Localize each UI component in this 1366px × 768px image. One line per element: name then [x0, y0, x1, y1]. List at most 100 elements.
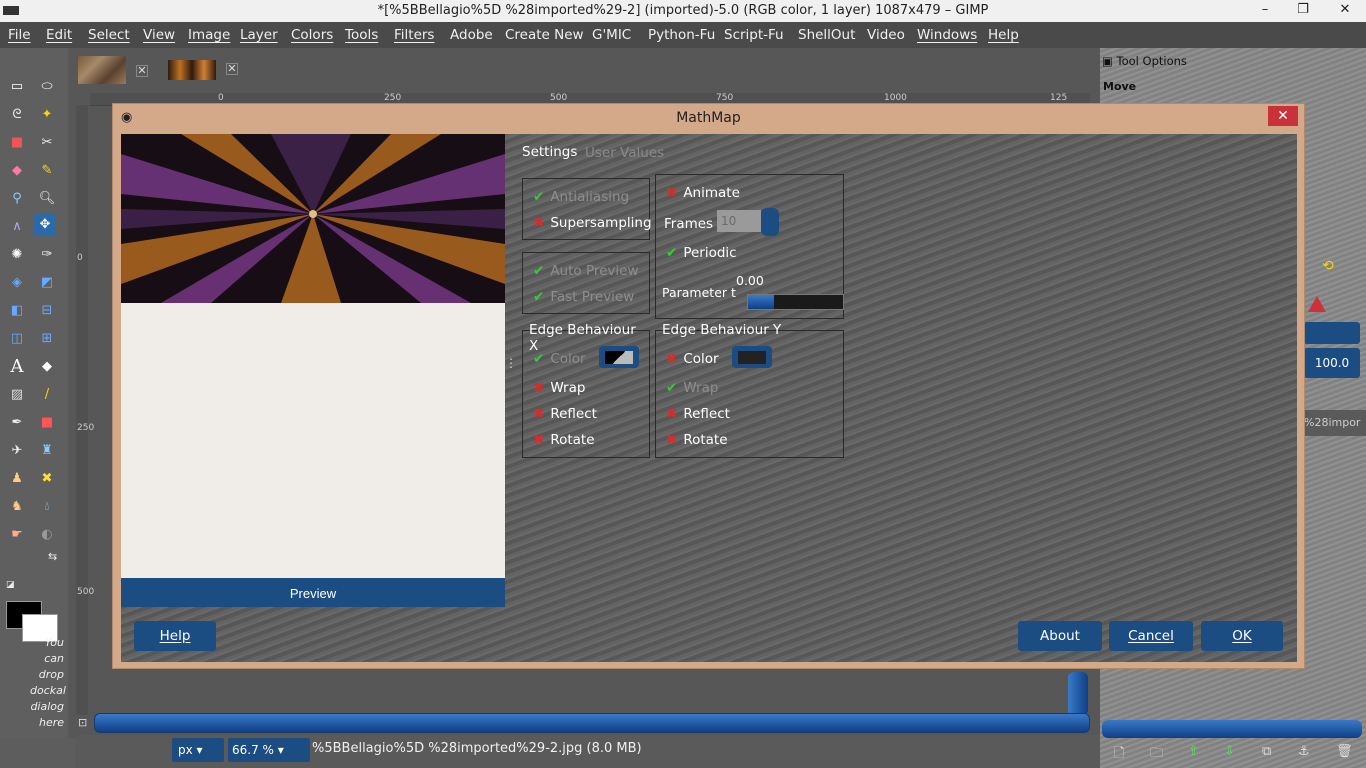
- edge-x-rotate-option[interactable]: ✖ Rotate: [533, 432, 595, 448]
- antialiasing-option[interactable]: ✔ Antialiasing: [533, 189, 629, 205]
- scissors-icon[interactable]: ✂: [36, 132, 58, 154]
- menu-edit[interactable]: Edit: [46, 27, 72, 43]
- menu-colors[interactable]: Colors: [291, 27, 333, 43]
- airbrush-icon[interactable]: ✈: [6, 440, 28, 462]
- edge-x-wrap-option[interactable]: ✖ Wrap: [533, 380, 585, 396]
- eraser-icon[interactable]: ■: [36, 412, 58, 434]
- perspective-icon[interactable]: ⊟: [36, 300, 58, 322]
- move-tool-icon[interactable]: ✥: [34, 214, 56, 236]
- supersampling-option[interactable]: ✖ Supersampling: [533, 215, 652, 231]
- color-select-icon[interactable]: ■: [6, 132, 28, 154]
- tab-settings[interactable]: Settings: [522, 144, 577, 160]
- edge-x-color-option[interactable]: ✔ Color: [533, 351, 586, 367]
- bucket-fill-icon[interactable]: ◆: [36, 356, 58, 378]
- blend-icon[interactable]: ▨: [6, 384, 28, 406]
- measure-icon[interactable]: ∧: [6, 216, 28, 238]
- menu-video[interactable]: Video: [867, 27, 905, 43]
- periodic-option[interactable]: ✔ Periodic: [666, 245, 737, 261]
- text-tool-icon[interactable]: A: [6, 356, 28, 378]
- menu-script-fu[interactable]: Script-Fu: [724, 27, 784, 43]
- dock-value-spinner[interactable]: 100.0: [1304, 348, 1360, 378]
- menu-image[interactable]: Image: [188, 27, 230, 43]
- color-picker-icon[interactable]: ⚲: [6, 188, 28, 210]
- menu-help[interactable]: Help: [988, 27, 1019, 43]
- dock-scrollbar[interactable]: [1102, 720, 1362, 738]
- menu-file[interactable]: File: [8, 27, 31, 43]
- parameter-slider[interactable]: [747, 294, 844, 310]
- horizontal-scrollbar[interactable]: [94, 713, 1090, 733]
- heal-icon[interactable]: ✖: [36, 468, 58, 490]
- ok-button[interactable]: OK: [1201, 621, 1283, 651]
- paintbrush-icon[interactable]: ✒: [6, 412, 28, 434]
- menu-select[interactable]: Select: [88, 27, 130, 43]
- zoom-icon[interactable]: 🔍︎: [36, 188, 58, 210]
- menu-python-fu[interactable]: Python-Fu: [648, 27, 715, 43]
- menu-gmic[interactable]: G'MIC: [592, 27, 631, 43]
- close-tab-icon[interactable]: ✕: [226, 63, 238, 75]
- perspective-clone-icon[interactable]: ♞: [6, 496, 28, 518]
- scale-icon[interactable]: ◩: [36, 272, 58, 294]
- menu-layer[interactable]: Layer: [240, 27, 278, 43]
- ink-icon[interactable]: ♜: [36, 440, 58, 462]
- cage-icon[interactable]: ⊞: [36, 328, 58, 350]
- fast-preview-option[interactable]: ✔ Fast Preview: [533, 289, 634, 305]
- edge-y-color-option[interactable]: ✖ Color: [666, 351, 719, 367]
- pencil-icon[interactable]: /: [36, 384, 58, 406]
- shear-icon[interactable]: ◧: [6, 300, 28, 322]
- lasso-icon[interactable]: ᘓ: [6, 104, 28, 126]
- close-button[interactable]: ✕: [1324, 0, 1366, 22]
- unit-select[interactable]: px ▾: [172, 738, 224, 762]
- image-tab-thumbnail[interactable]: [168, 60, 216, 80]
- menu-create-new[interactable]: Create New: [505, 27, 584, 43]
- menu-adobe[interactable]: Adobe: [450, 27, 493, 43]
- edge-y-color-swatch[interactable]: [732, 346, 772, 368]
- lower-layer-icon[interactable]: ⇩: [1224, 744, 1235, 759]
- anchor-layer-icon[interactable]: ⚓︎: [1298, 744, 1310, 759]
- vertical-scrollbar[interactable]: [1068, 672, 1088, 716]
- new-layer-icon[interactable]: 🗋︎: [1114, 744, 1124, 766]
- new-group-icon[interactable]: 🗀︎: [1150, 744, 1163, 766]
- maximize-button[interactable]: ❐: [1286, 0, 1320, 22]
- edge-y-reflect-option[interactable]: ✖ Reflect: [666, 406, 730, 422]
- fuzzy-select-icon[interactable]: ✦: [36, 104, 58, 126]
- delete-layer-icon[interactable]: 🗑︎: [1336, 744, 1353, 759]
- auto-preview-option[interactable]: ✔ Auto Preview: [533, 263, 639, 279]
- rect-select-icon[interactable]: ▭: [6, 76, 28, 98]
- dodge-burn-icon[interactable]: ◐: [36, 524, 58, 546]
- zoom-select[interactable]: 66.7 % ▾: [228, 738, 310, 762]
- blur-icon[interactable]: 💧︎: [36, 496, 58, 518]
- about-button[interactable]: About: [1018, 621, 1102, 651]
- foreground-select-icon[interactable]: ◆: [6, 160, 28, 182]
- menu-filters[interactable]: Filters: [394, 27, 434, 43]
- raise-layer-icon[interactable]: ⇧: [1188, 744, 1199, 759]
- duplicate-layer-icon[interactable]: ⧉: [1262, 744, 1271, 759]
- edge-x-color-swatch[interactable]: [599, 346, 639, 368]
- dialog-close-button[interactable]: ✕: [1268, 106, 1298, 126]
- crop-icon[interactable]: ✑: [36, 244, 58, 266]
- layer-name[interactable]: %28impor: [1304, 410, 1366, 436]
- edge-y-rotate-option[interactable]: ✖ Rotate: [666, 432, 728, 448]
- close-tab-icon[interactable]: ✕: [136, 65, 148, 77]
- tab-user-values[interactable]: User Values: [585, 145, 664, 161]
- help-button[interactable]: Help: [134, 621, 216, 651]
- cancel-button[interactable]: Cancel: [1109, 621, 1193, 651]
- menu-tools[interactable]: Tools: [345, 27, 378, 43]
- reset-icon[interactable]: ⟲: [1322, 258, 1334, 274]
- edge-y-wrap-option[interactable]: ✔ Wrap: [666, 380, 718, 396]
- parameter-slider-knob[interactable]: [748, 295, 774, 309]
- align-icon[interactable]: ✺: [6, 244, 28, 266]
- pane-handle-icon[interactable]: ⋮: [505, 357, 517, 380]
- paths-icon[interactable]: ✎: [36, 160, 58, 182]
- clone-icon[interactable]: ♟: [6, 468, 28, 490]
- dock-combo[interactable]: [1304, 322, 1360, 344]
- frames-spinner[interactable]: 10: [717, 210, 761, 232]
- preview-button[interactable]: Preview: [121, 578, 505, 607]
- menu-shellout[interactable]: ShellOut: [798, 27, 855, 43]
- smudge-icon[interactable]: ☛: [6, 524, 28, 546]
- swap-colors-icon[interactable]: ⇆: [48, 550, 57, 563]
- edge-x-reflect-option[interactable]: ✖ Reflect: [533, 406, 597, 422]
- image-tab-thumbnail[interactable]: [78, 56, 126, 84]
- quick-mask-icon[interactable]: ⊡: [78, 716, 87, 729]
- flip-icon[interactable]: ◫: [6, 328, 28, 350]
- menu-view[interactable]: View: [143, 27, 175, 43]
